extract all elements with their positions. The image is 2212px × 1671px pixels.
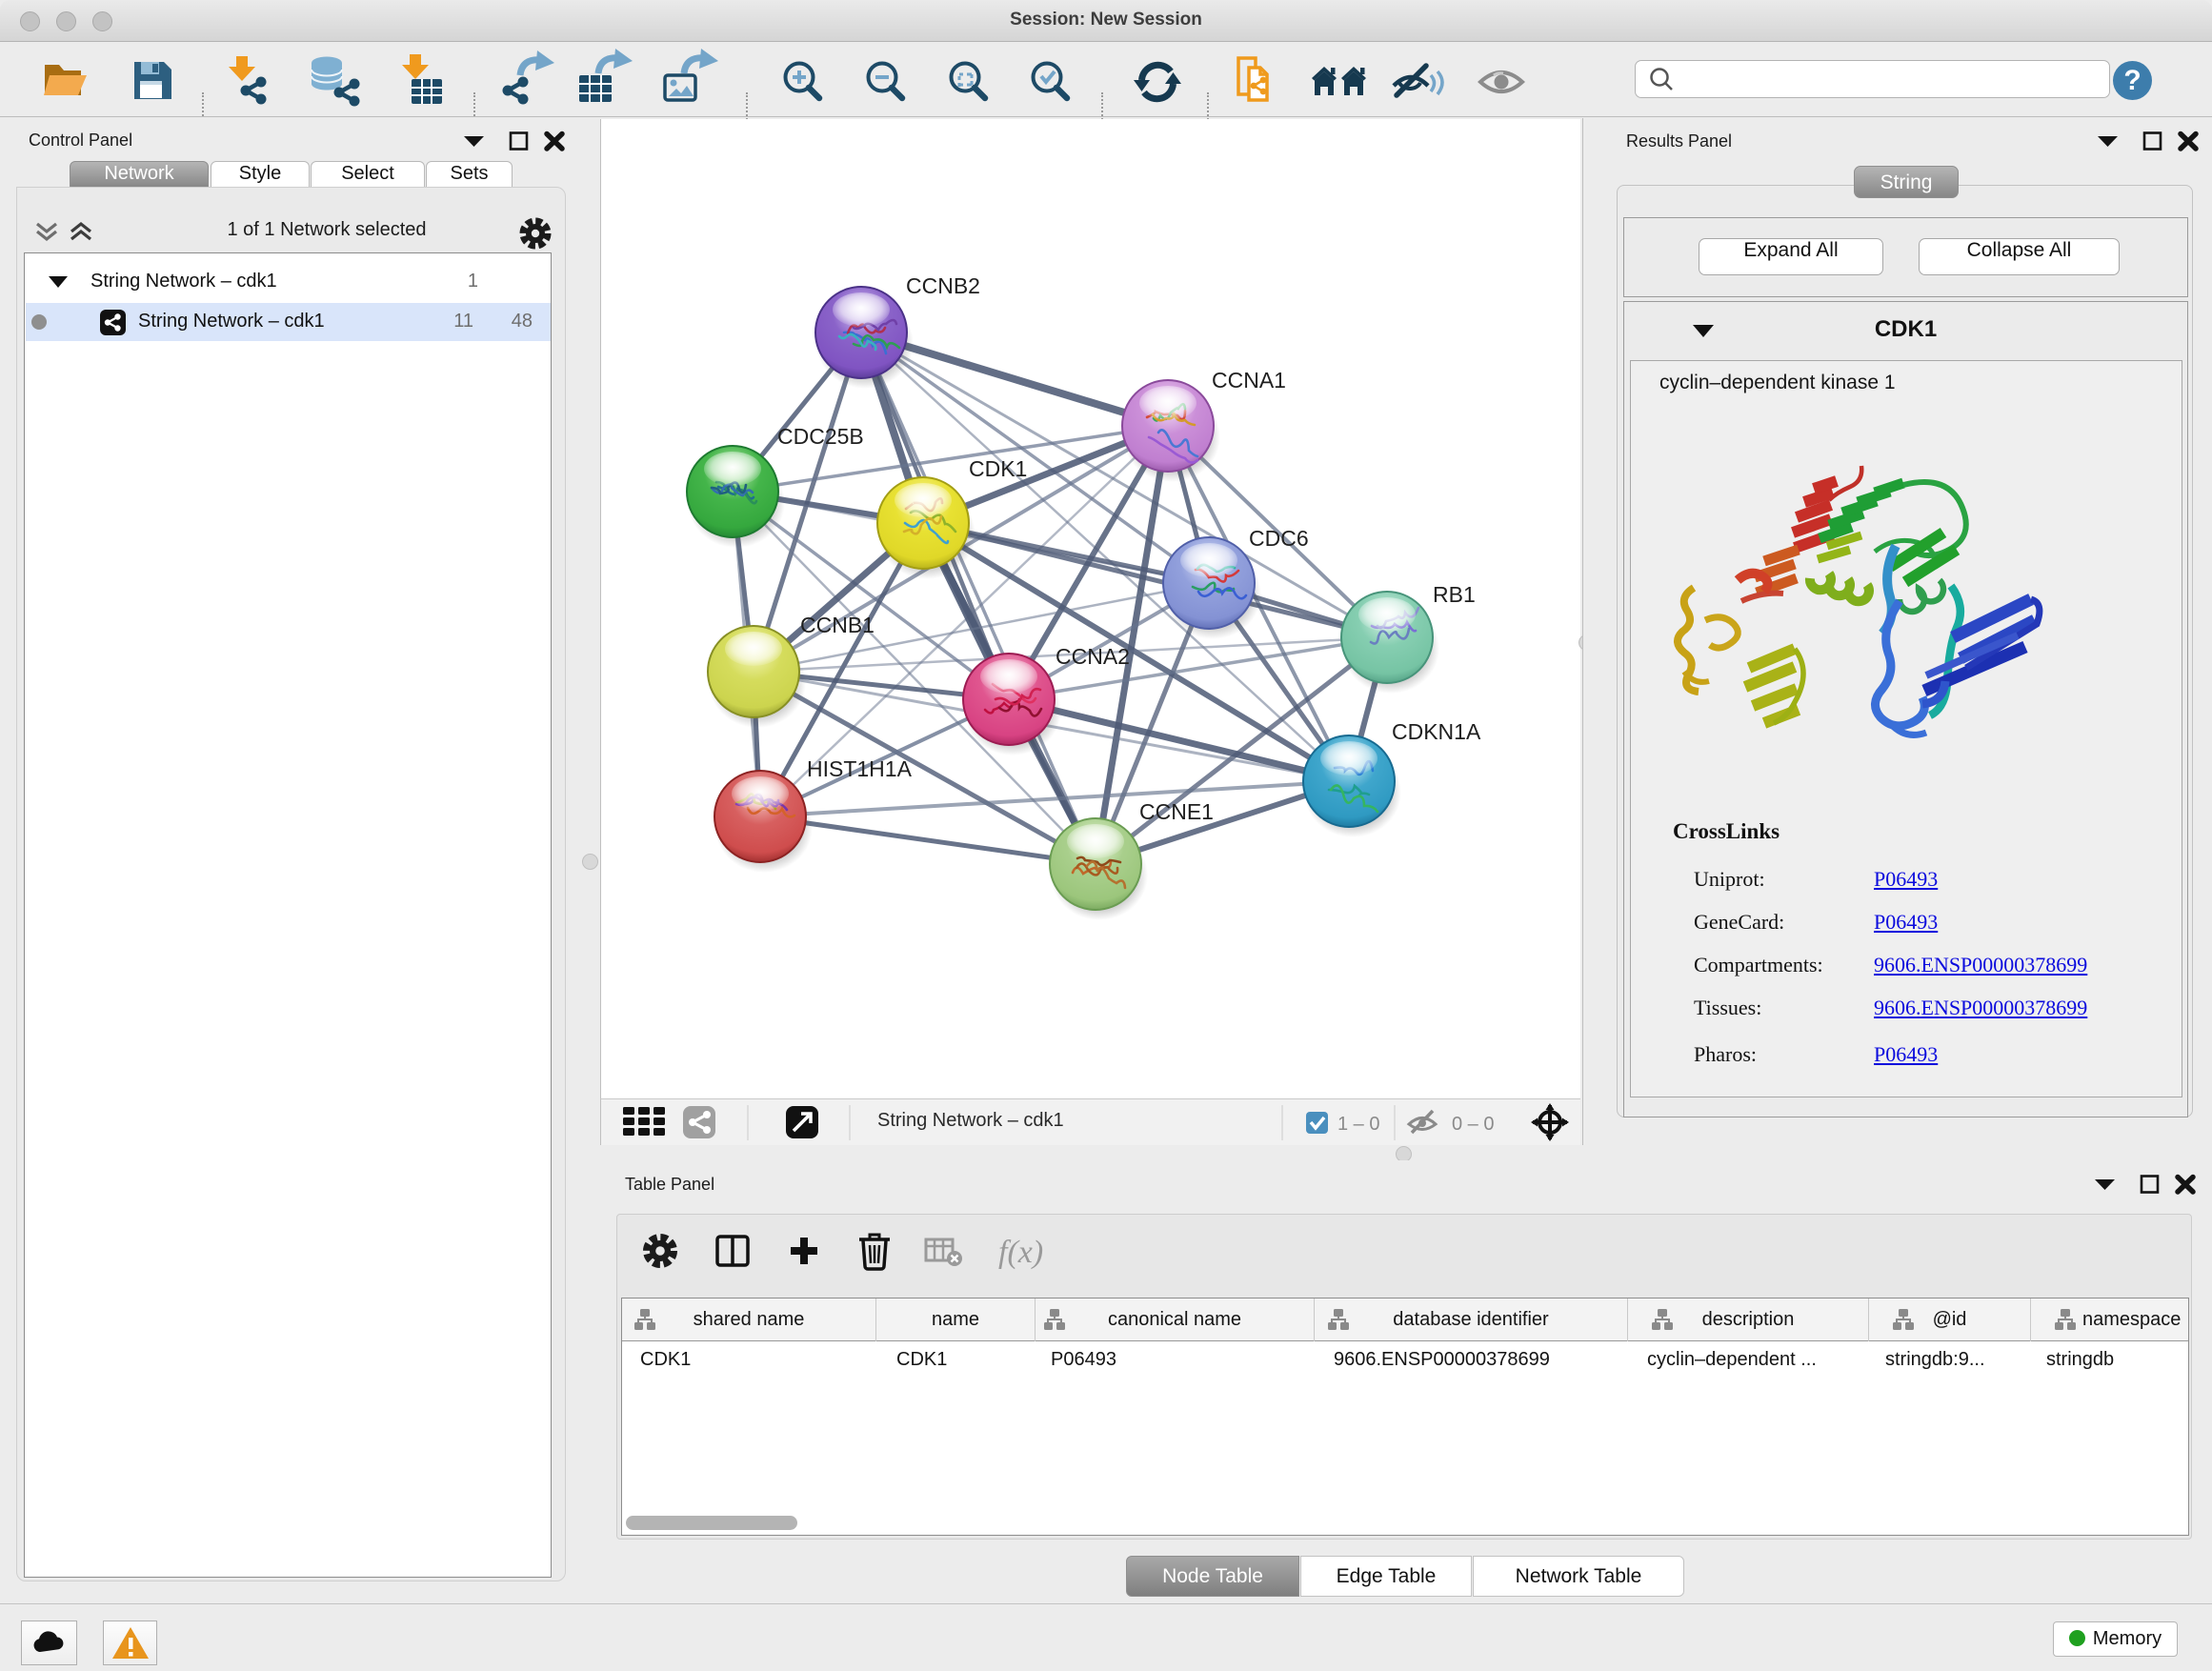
svg-text:CDKN1A: CDKN1A [1392, 719, 1481, 744]
svg-text:CCNE1: CCNE1 [1139, 799, 1214, 824]
svg-text:0 – 0: 0 – 0 [1452, 1114, 1494, 1135]
svg-text:RB1: RB1 [1433, 582, 1476, 607]
svg-text:CDC25B: CDC25B [777, 424, 864, 449]
svg-text:CCNB1: CCNB1 [800, 613, 875, 637]
svg-text:f(x): f(x) [998, 1235, 1043, 1270]
svg-text:CDK1: CDK1 [969, 456, 1027, 481]
svg-text:HIST1H1A: HIST1H1A [807, 756, 913, 781]
svg-text:CCNB2: CCNB2 [906, 273, 980, 298]
svg-text:CCNA2: CCNA2 [1056, 644, 1130, 669]
svg-text:1 – 0: 1 – 0 [1337, 1114, 1379, 1135]
svg-text:CDC6: CDC6 [1249, 526, 1309, 551]
svg-text:CCNA1: CCNA1 [1212, 368, 1286, 393]
